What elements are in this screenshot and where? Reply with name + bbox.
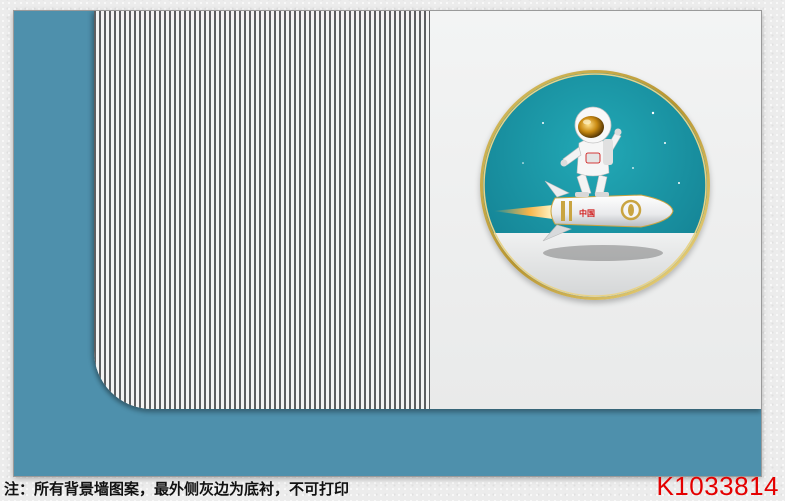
- inner-panel: 中国: [94, 11, 761, 409]
- astronaut-rocket-icon: 中国: [483, 73, 707, 297]
- product-code: K1033814: [656, 471, 779, 501]
- background-wall-canvas: 中国: [14, 11, 761, 476]
- astronaut-medallion: 中国: [480, 70, 710, 300]
- vertical-stripes-pattern: [94, 11, 430, 409]
- svg-text:中国: 中国: [579, 208, 595, 218]
- footer-note: 注：所有背景墙图案，最外侧灰边为底衬，不可打印: [4, 480, 350, 498]
